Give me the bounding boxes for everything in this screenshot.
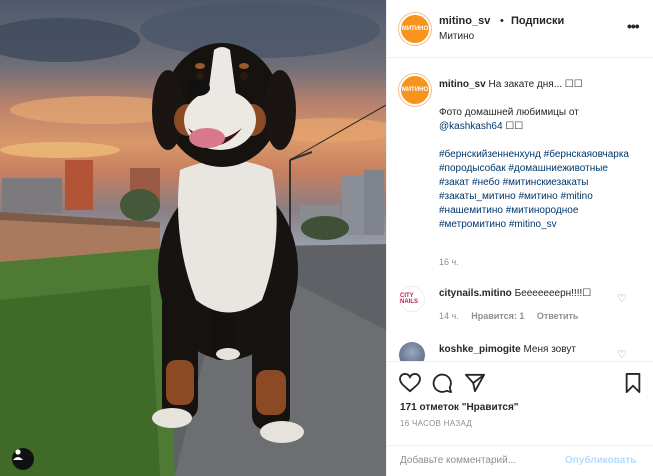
caption-username[interactable]: mitino_sv [439, 79, 486, 90]
author-avatar[interactable]: МИТИНО [399, 13, 431, 45]
caption-time: 16 ч. [439, 257, 459, 267]
post-header: МИТИНО mitino_sv • Подписки Митино ••• [387, 0, 653, 58]
more-options-icon[interactable]: ••• [627, 18, 640, 34]
commenter-username[interactable]: citynails.mitino [439, 288, 512, 299]
comment-heart-icon[interactable]: ♡ [617, 348, 627, 361]
avatar-text: МИТИНО [401, 86, 429, 93]
caption-hashtags[interactable]: #бернскийзенненхунд #бернскаяовчарка #по… [439, 149, 629, 230]
comment-input[interactable]: Добавьте комментарий... [400, 455, 516, 466]
caption-avatar[interactable]: МИТИНО [399, 74, 431, 106]
comment-icon[interactable] [432, 373, 452, 393]
comment-text-row: koshke_pimogite Меня зовут [439, 344, 576, 355]
author-username[interactable]: mitino_sv [439, 15, 490, 27]
heart-icon[interactable] [399, 373, 421, 393]
sunset-dog-illustration [0, 2, 386, 476]
separator-dot: • [500, 15, 504, 27]
add-comment-bar: Добавьте комментарий... Опубликовать [387, 445, 653, 476]
comment-text: Бееееееерн!!!!☐ [514, 288, 592, 299]
post-side-panel: МИТИНО mitino_sv • Подписки Митино ••• М… [386, 0, 653, 476]
commenter-username[interactable]: koshke_pimogite [439, 344, 521, 355]
comment-heart-icon[interactable]: ♡ [617, 292, 627, 305]
following-button[interactable]: Подписки [511, 15, 564, 27]
comment-text-row: citynails.mitino Бееееееерн!!!!☐ [439, 288, 591, 299]
bookmark-icon[interactable] [624, 373, 642, 393]
commenter-avatar[interactable] [399, 342, 425, 361]
commenter-avatar[interactable]: CITY NAILS [399, 286, 425, 312]
comments-list[interactable]: МИТИНО mitino_sv На закате дня... ☐☐ Фот… [387, 59, 653, 361]
share-icon[interactable] [465, 373, 485, 393]
comment-time: 14 ч. [439, 311, 459, 321]
caption-mention-suffix: ☐☐ [502, 121, 524, 132]
caption-title: На закате дня... ☐☐ [488, 79, 583, 90]
caption-body: Фото домашней любимицы от [439, 107, 579, 118]
avatar-text: МИТИНО [401, 25, 429, 32]
comment-meta: 14 ч. Нравится: 1 Ответить [439, 311, 588, 321]
post-actions: 171 отметок "Нравится" 16 ЧАСОВ НАЗАД [387, 361, 653, 445]
post-location[interactable]: Митино [439, 31, 474, 42]
publish-button[interactable]: Опубликовать [565, 455, 636, 466]
caption-mention[interactable]: @kashkash64 [439, 121, 503, 132]
user-tag-icon[interactable] [12, 448, 34, 470]
post-photo[interactable] [0, 0, 386, 476]
post-caption: mitino_sv На закате дня... ☐☐ Фото домаш… [439, 78, 639, 232]
comment-text: Меня зовут [523, 344, 576, 355]
likes-count[interactable]: 171 отметок "Нравится" [400, 402, 519, 413]
comment-likes[interactable]: Нравится: 1 [471, 311, 524, 321]
reply-button[interactable]: Ответить [537, 311, 579, 321]
post-time-ago[interactable]: 16 ЧАСОВ НАЗАД [400, 419, 472, 428]
